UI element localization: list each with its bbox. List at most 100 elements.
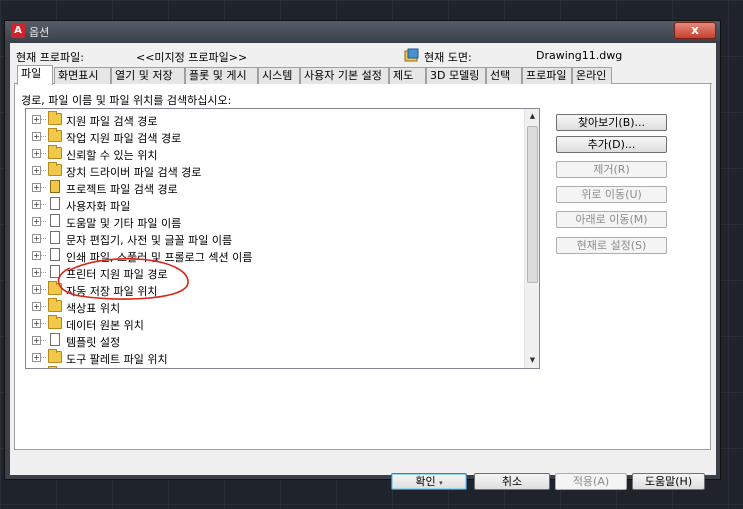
apply-button[interactable]: 적용(A) [555, 473, 627, 490]
expand-plus-icon[interactable]: + [32, 336, 41, 345]
expand-plus-icon[interactable]: + [32, 200, 41, 209]
expand-plus-icon[interactable]: + [32, 319, 41, 328]
help-button[interactable]: 도움말(H) [632, 473, 705, 490]
tree-connector [41, 255, 46, 256]
expand-plus-icon[interactable]: + [32, 149, 41, 158]
expand-plus-icon[interactable]: + [32, 217, 41, 226]
tree-item[interactable]: + 프린터 지원 파일 경로 [26, 264, 526, 281]
expand-plus-icon[interactable]: + [32, 132, 41, 141]
expand-plus-icon[interactable]: + [32, 183, 41, 192]
move-up-button[interactable]: 위로 이동(U) [556, 186, 667, 203]
tree-connector [41, 187, 46, 188]
tree-connector [41, 340, 46, 341]
expand-plus-icon[interactable]: + [32, 302, 41, 311]
expand-plus-icon[interactable]: + [32, 234, 41, 243]
cancel-button[interactable]: 취소 [474, 473, 550, 490]
tree-item-label: 도구 팔레트 파일 위치 [66, 353, 168, 366]
tab-plot-publish[interactable]: 플롯 및 게시 [185, 67, 258, 84]
dialog-title: 옵션 [29, 26, 50, 39]
tree-item[interactable]: + 지원 파일 검색 경로 [26, 111, 526, 128]
search-paths-tree[interactable]: + 지원 파일 검색 경로 + 작업 지원 파일 검색 경로 + 신뢰할 수 있는 위치 +… [25, 108, 540, 369]
tab-selection[interactable]: 선택 [486, 67, 522, 84]
folder-icon [48, 281, 62, 295]
tree-item[interactable]: + 장치 드라이버 파일 검색 경로 [26, 162, 526, 179]
tree-item[interactable]: + 도구 팔레트 파일 위치 [26, 349, 526, 366]
drawing-icon [404, 48, 419, 62]
tree-connector [41, 170, 46, 171]
current-drawing-label: 현재 도면: [424, 51, 472, 64]
tree-item[interactable]: + 인쇄 파일, 스풀러 및 프롤로그 섹션 이름 [26, 247, 526, 264]
tab-profiles[interactable]: 프로파일 [522, 67, 572, 84]
ok-button[interactable]: 확인 ▾ [391, 473, 467, 490]
close-icon: x [691, 23, 699, 37]
tab-open-save[interactable]: 열기 및 저장 [111, 67, 185, 84]
tree-item[interactable]: + 신뢰할 수 있는 위치 [26, 145, 526, 162]
tree-item-label: 인쇄 파일, 스풀러 및 프롤로그 섹션 이름 [66, 251, 253, 264]
tree-item-label: 프린터 지원 파일 경로 [66, 268, 168, 281]
tree-connector [41, 238, 46, 239]
search-paths-label: 경로, 파일 이름 및 파일 위치를 검색하십시오: [21, 94, 232, 107]
tab-display[interactable]: 화면표시 [54, 67, 111, 84]
tree-item[interactable]: + 사용자화 파일 [26, 196, 526, 213]
tree-connector [41, 272, 46, 273]
tree-scrollbar[interactable]: ▲ ▼ [524, 109, 539, 368]
remove-button[interactable]: 제거(R) [556, 161, 667, 178]
dropdown-arrow-icon: ▾ [439, 479, 443, 487]
tree-item[interactable]: + 도움말 및 기타 파일 이름 [26, 213, 526, 230]
tree-item[interactable]: + 템플릿 설정 [26, 332, 526, 349]
scroll-up-arrow-icon[interactable]: ▲ [525, 109, 539, 124]
folder-icon [48, 349, 62, 363]
tree-item[interactable]: +제작 팔레트 파일 위치 [26, 366, 526, 369]
files-tab-panel: 경로, 파일 이름 및 파일 위치를 검색하십시오: + 지원 파일 검색 경로 +… [14, 84, 711, 450]
set-current-button[interactable]: 현재로 설정(S) [556, 237, 667, 254]
tree-item[interactable]: + 문자 편집기, 사전 및 글꼴 파일 이름 [26, 230, 526, 247]
tree-item-label: 신뢰할 수 있는 위치 [66, 149, 158, 162]
move-down-button[interactable]: 아래로 이동(M) [556, 211, 667, 228]
tab-online[interactable]: 온라인 [572, 67, 612, 84]
file-icon [50, 333, 60, 346]
file-icon [50, 231, 60, 244]
tree-connector [41, 323, 46, 324]
current-drawing-value: Drawing11.dwg [536, 49, 623, 62]
file-icon [50, 248, 60, 261]
tab-files[interactable]: 파일 [17, 65, 53, 85]
tree-item-label: 색상표 위치 [66, 302, 121, 315]
title-bar[interactable]: A 옵션 x [5, 21, 720, 41]
tree-connector [41, 136, 46, 137]
autocad-app-icon: A [11, 24, 25, 38]
tree-item-label: 제작 팔레트 파일 위치 [66, 368, 168, 369]
tree-connector [41, 306, 46, 307]
folder-icon [48, 111, 62, 125]
tree-item-label: 데이터 원본 위치 [66, 319, 144, 332]
expand-plus-icon[interactable]: + [32, 251, 41, 260]
file-icon [50, 214, 60, 227]
tree-item[interactable]: + 프로젝트 파일 검색 경로 [26, 179, 526, 196]
tab-3d-modeling[interactable]: 3D 모델링 [426, 67, 486, 84]
tree-item[interactable]: + 색상표 위치 [26, 298, 526, 315]
scroll-down-arrow-icon[interactable]: ▼ [525, 353, 539, 368]
expand-plus-icon[interactable]: + [32, 353, 41, 362]
tree-connector [41, 204, 46, 205]
close-button[interactable]: x [674, 22, 716, 39]
add-button[interactable]: 추가(D)... [556, 136, 667, 153]
expand-plus-icon[interactable]: + [32, 285, 41, 294]
tab-strip: 파일 화면표시 열기 및 저장 플롯 및 게시 시스템 사용자 기본 설정 제도… [14, 65, 712, 85]
expand-plus-icon[interactable]: + [32, 115, 41, 124]
folder-icon [48, 128, 62, 142]
tree-connector [41, 289, 46, 290]
folder-icon [48, 145, 62, 159]
tree-item-label: 템플릿 설정 [66, 336, 121, 349]
tree-item[interactable]: + 자동 저장 파일 위치 [26, 281, 526, 298]
expand-plus-icon[interactable]: + [32, 166, 41, 175]
folder-icon [48, 315, 62, 329]
tree-item[interactable]: + 데이터 원본 위치 [26, 315, 526, 332]
tree-item-label: 지원 파일 검색 경로 [66, 115, 158, 128]
tab-drafting[interactable]: 제도 [389, 67, 426, 84]
tab-user-preferences[interactable]: 사용자 기본 설정 [300, 67, 389, 84]
browse-button[interactable]: 찾아보기(B)... [556, 114, 667, 131]
scroll-thumb[interactable] [527, 126, 538, 283]
file-icon [50, 265, 60, 278]
tab-system[interactable]: 시스템 [258, 67, 300, 84]
tree-item[interactable]: + 작업 지원 파일 검색 경로 [26, 128, 526, 145]
expand-plus-icon[interactable]: + [32, 268, 41, 277]
